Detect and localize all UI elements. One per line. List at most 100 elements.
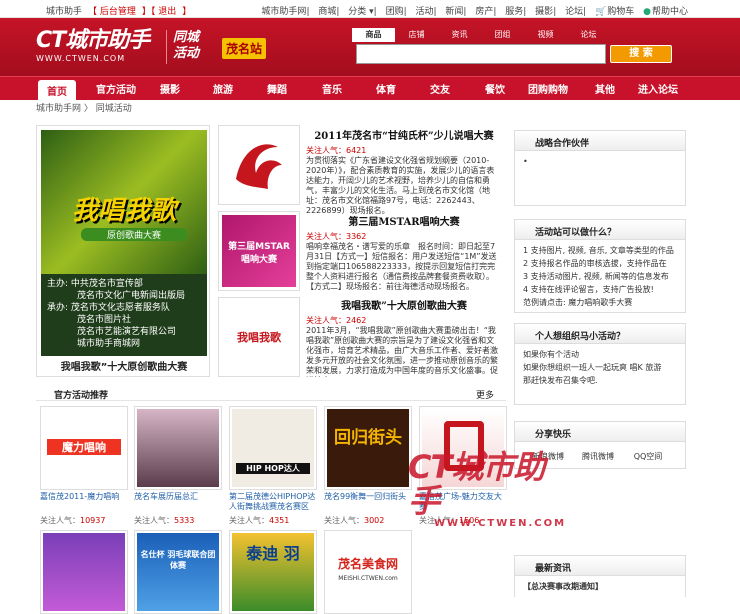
pop-label: 关注人气： xyxy=(40,516,80,525)
activity-image xyxy=(422,409,504,487)
nav-music[interactable]: 音乐 xyxy=(322,81,342,96)
activity-card[interactable]: 泰迪 羽 xyxy=(229,530,319,614)
activity-image: 泰迪 羽 xyxy=(232,533,314,611)
activity-image: 名仕杯 羽毛球联合团体赛 xyxy=(137,533,219,611)
example-link[interactable]: 范例请点击: 魔力唱响歌手大赛 xyxy=(523,296,677,309)
top-link-service[interactable]: 服务 xyxy=(505,7,523,17)
nav-sports[interactable]: 体育 xyxy=(376,81,396,96)
activity-card[interactable] xyxy=(40,530,130,614)
partner-item[interactable]: • xyxy=(523,155,677,168)
swirl-logo-icon xyxy=(222,129,296,201)
activity-card[interactable]: 嘉信茂广场-魅力交友大赛 关注人气：1506 xyxy=(419,406,509,526)
help-icon: ● xyxy=(643,7,651,17)
top-link-photo[interactable]: 摄影 xyxy=(535,7,553,17)
share-qzone[interactable]: QQ空间 xyxy=(623,450,673,463)
admin-link[interactable]: 【 后台管理 xyxy=(88,7,136,17)
nav-photo[interactable]: 摄影 xyxy=(160,81,180,96)
top-link-home[interactable]: 城市助手网 xyxy=(261,7,306,17)
sing-logo-text: 我唱我歌 xyxy=(237,331,281,344)
site-logo[interactable]: CT城市助手 WWW.CTWEN.COM xyxy=(36,30,164,64)
news-pop-label: 关注人气： xyxy=(306,146,346,155)
news-summary: 为贯彻落实《广东省建设文化强省规划纲要（2010-2020年）》，配合素质教育的… xyxy=(306,156,495,215)
poster-info-line: 茂名市文化广电新闻出版局 xyxy=(77,291,186,301)
search-input[interactable] xyxy=(356,44,606,64)
panel-title: 最新资讯 xyxy=(515,556,685,576)
search-tab-groups[interactable]: 团组 xyxy=(481,28,524,42)
breadcrumb[interactable]: 城市助手网 〉 同城活动 xyxy=(36,101,132,114)
share-weibo-tencent[interactable]: 腾讯微博 xyxy=(573,450,623,463)
search-tab-goods[interactable]: 商品 xyxy=(352,28,395,42)
news-title[interactable]: 我唱我歌”十大原创歌曲大赛 xyxy=(306,297,502,312)
pop-label: 关注人气： xyxy=(134,516,174,525)
latest-item[interactable]: 【总决赛事改期通知】 xyxy=(523,580,677,593)
activity-name[interactable]: 第二届茂德公HIPHOP达人街舞挑战赛茂名赛区 xyxy=(229,492,319,512)
pop-value: 10937 xyxy=(80,516,106,525)
activity-image: 茂名美食网 MEISHI.CTWEN.com xyxy=(327,533,409,611)
nav-dance[interactable]: 舞蹈 xyxy=(267,81,287,96)
search-tab-news[interactable]: 资讯 xyxy=(438,28,481,42)
channel-line-1: 同城 xyxy=(173,30,200,45)
activity-card[interactable]: 茂名美食网 MEISHI.CTWEN.com xyxy=(324,530,414,614)
feature-caption[interactable]: 我唱我歌”十大原创歌曲大赛 xyxy=(37,358,211,373)
top-link-mall[interactable]: 商城 xyxy=(318,7,336,17)
activity-card[interactable]: HIP HOP达人 第二届茂德公HIPHOP达人街舞挑战赛茂名赛区 关注人气：4… xyxy=(229,406,319,526)
nav-food[interactable]: 餐饮 xyxy=(485,81,505,96)
logout-link[interactable]: 】【 退出 xyxy=(142,7,176,17)
activity-card[interactable]: 回归街头 茂名99衡舞一回归街头 关注人气：3002 xyxy=(324,406,414,526)
search-tab-forum[interactable]: 论坛 xyxy=(567,28,610,42)
cart-link[interactable]: 购物车 xyxy=(607,7,634,17)
news-summary: 唱响幸福茂名・谱写爱的乐章 报名时间：即日起至7月31日【方式一】短信报名：用户… xyxy=(306,242,497,291)
feature-image[interactable]: 我唱我歌 原创歌曲大赛 主办: 中共茂名市宣传部 茂名市文化广电新闻出版局 承办… xyxy=(36,125,210,377)
activity-art-url: MEISHI.CTWEN.com xyxy=(338,575,398,582)
news-title[interactable]: 第三届MSTAR唱响大赛 xyxy=(306,213,502,228)
search-tab-video[interactable]: 视频 xyxy=(524,28,567,42)
nav-groupbuy[interactable]: 团购购物 xyxy=(528,81,568,96)
top-link-groupbuy[interactable]: 团购 xyxy=(386,7,404,17)
section-title: 官方活动推荐 xyxy=(54,391,109,401)
activity-name[interactable]: 茂名车展历届总汇 xyxy=(134,492,224,512)
news-thumb-image: 第三届MSTAR唱响大赛 xyxy=(222,215,296,287)
panel-title: 战略合作伙伴 xyxy=(515,131,685,151)
news-summary: 2011年3月，“我唱我歌”原创歌曲大赛重磅出击！“我唱我歌”原创歌曲大赛的宗旨… xyxy=(306,326,498,377)
activity-card[interactable]: 名仕杯 羽毛球联合团体赛 xyxy=(134,530,224,614)
poster-info-line: 茂名市图片社 xyxy=(77,315,132,325)
help-link[interactable]: 帮助中心 xyxy=(652,7,688,17)
news-thumb[interactable]: 我唱我歌 xyxy=(218,297,300,377)
nav-forum[interactable]: 进入论坛 xyxy=(638,81,678,96)
activity-name[interactable]: 茂名99衡舞一回归街头 xyxy=(324,492,414,512)
activity-image: HIP HOP达人 xyxy=(232,409,314,487)
top-link-house[interactable]: 房产 xyxy=(475,7,493,17)
nav-travel[interactable]: 旅游 xyxy=(213,81,233,96)
news-pop-value: 3362 xyxy=(346,232,367,241)
site-name-link[interactable]: 城市助手 xyxy=(46,7,82,17)
nav-dating[interactable]: 交友 xyxy=(430,81,450,96)
news-item: 2011年茂名市“甘纯氏杯”少儿说唱大赛 关注人气：6421 为贯彻落实《广东省… xyxy=(306,127,502,216)
activity-image: 魔力唱响 xyxy=(43,409,125,487)
news-thumb-image: 我唱我歌 xyxy=(222,301,296,373)
nav-other[interactable]: 其他 xyxy=(595,81,615,96)
more-link[interactable]: 更多 xyxy=(476,388,494,401)
top-link-activity[interactable]: 活动 xyxy=(415,7,433,17)
activity-card[interactable]: 魔力唱响 嘉信茂2011-魔力唱响 关注人气：10937 xyxy=(40,406,130,526)
pop-label: 关注人气： xyxy=(324,516,364,525)
logo-divider xyxy=(166,30,167,64)
poster-info: 主办: 中共茂名市宣传部 茂名市文化广电新闻出版局 承办: 茂名市文化志愿者服务… xyxy=(47,278,207,350)
activity-name[interactable]: 嘉信茂2011-魔力唱响 xyxy=(40,492,130,512)
top-link-news[interactable]: 新闻 xyxy=(445,7,463,17)
organize-item[interactable]: 那赶快发布召集令吧. xyxy=(523,374,677,387)
nav-home[interactable]: 首页 xyxy=(38,80,76,101)
activity-card[interactable]: 茂名车展历届总汇 关注人气：5333 xyxy=(134,406,224,526)
activity-name[interactable]: 嘉信茂广场-魅力交友大赛 xyxy=(419,492,509,512)
news-thumb[interactable] xyxy=(218,125,300,205)
news-title[interactable]: 2011年茂名市“甘纯氏杯”少儿说唱大赛 xyxy=(306,127,502,142)
top-bar-left: 城市助手【 后台管理 】【 退出】 xyxy=(46,4,197,17)
search-button[interactable]: 搜 索 xyxy=(610,45,672,63)
share-weibo-sina[interactable]: 新浪微博 xyxy=(523,450,573,463)
partners-panel: 战略合作伙伴 • xyxy=(514,130,686,206)
top-link-forum[interactable]: 论坛 xyxy=(565,7,583,17)
nav-official[interactable]: 官方活动 xyxy=(96,81,136,96)
top-link-category[interactable]: 分类 ▾ xyxy=(348,7,373,17)
howto-item: 4 支持在线评论留言，支持广告投放! xyxy=(523,285,654,294)
news-thumb[interactable]: 第三届MSTAR唱响大赛 xyxy=(218,211,300,291)
search-tab-shops[interactable]: 店铺 xyxy=(395,28,438,42)
